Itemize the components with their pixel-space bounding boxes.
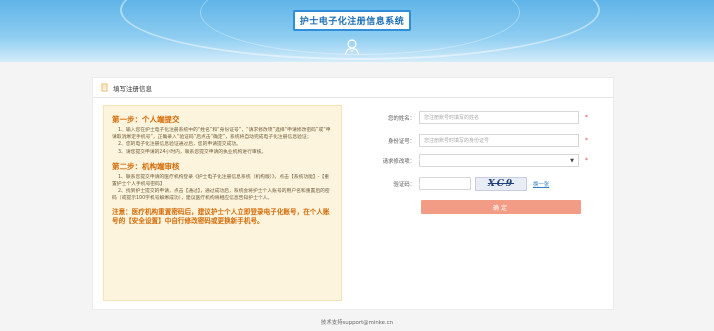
- request-row: 请求修改项： ▼ *: [355, 154, 588, 167]
- instruction-panel: 第一步：个人端提交 1、输入您在护士电子化注册系统中的“姓名”和“身份证号”，“…: [103, 105, 342, 301]
- id-number-input[interactable]: 您注册账号时填写的身份证号: [419, 134, 579, 147]
- step2-line: 2、找到护士提交的申请，点击【通过】，通过成功后，系统会将护士个人账号的用户名和…: [112, 189, 330, 202]
- refresh-captcha-link[interactable]: 换一张: [533, 180, 549, 188]
- card-header: 填写注册信息: [93, 78, 613, 98]
- request-select[interactable]: ▼: [419, 154, 579, 167]
- captcha-input[interactable]: [419, 177, 471, 190]
- name-input[interactable]: 您注册账号时填写的姓名: [419, 111, 579, 124]
- captcha-label: 验证码：: [393, 181, 415, 188]
- step1-title: 第一步：个人端提交: [112, 115, 180, 124]
- name-label: 您的姓名：: [388, 115, 415, 122]
- step2-title: 第二步：机构端审核: [112, 161, 180, 171]
- nurse-avatar-icon: [344, 39, 360, 56]
- system-title: 护士电子化注册信息系统: [293, 10, 411, 31]
- card-title: 填写注册信息: [113, 84, 152, 93]
- notice-text: 注意：医疗机构重置密码后，建议护士个人立即登录电子化账号，在个人账号的【安全设置…: [112, 207, 330, 225]
- chevron-down-icon: ▼: [570, 157, 574, 164]
- request-label: 请求修改项：: [382, 158, 415, 165]
- name-row: 您的姓名： 您注册账号时填写的姓名 *: [355, 111, 588, 124]
- required-mark: *: [585, 157, 588, 164]
- step1-line: 2、您的电子化注册信息验证通过后，您的申请提交成功。: [118, 142, 241, 148]
- header-banner: 护士电子化注册信息系统: [0, 0, 714, 62]
- required-mark: *: [585, 137, 588, 144]
- step2-line: 1、联系您提交申请的医疗机构登录《护士电子化注册信息系统（机构版）》，点击【系统…: [112, 174, 330, 188]
- footer-support-text: 技术支持support@minke.cn: [320, 320, 394, 326]
- step1-line: 1、输入您在护士电子化注册系统中的“姓名”和“身份证号”，“请求修改项”选择“申…: [112, 128, 331, 141]
- captcha-image[interactable]: XC9: [475, 176, 527, 191]
- submit-button[interactable]: 确定: [421, 200, 581, 214]
- edit-form-icon: [101, 83, 108, 92]
- id-row: 身份证号： 您注册账号时填写的身份证号 *: [355, 134, 588, 147]
- step1-line: 3、请您提交申请的24小时内，联系您提交申请的执业机构进行审核。: [118, 149, 267, 155]
- required-mark: *: [585, 114, 588, 121]
- registration-card: 填写注册信息 第一步：个人端提交 1、输入您在护士电子化注册系统中的“姓名”和“…: [92, 77, 614, 310]
- captcha-row: 验证码： XC9 换一张: [355, 176, 549, 191]
- id-label: 身份证号：: [388, 138, 415, 145]
